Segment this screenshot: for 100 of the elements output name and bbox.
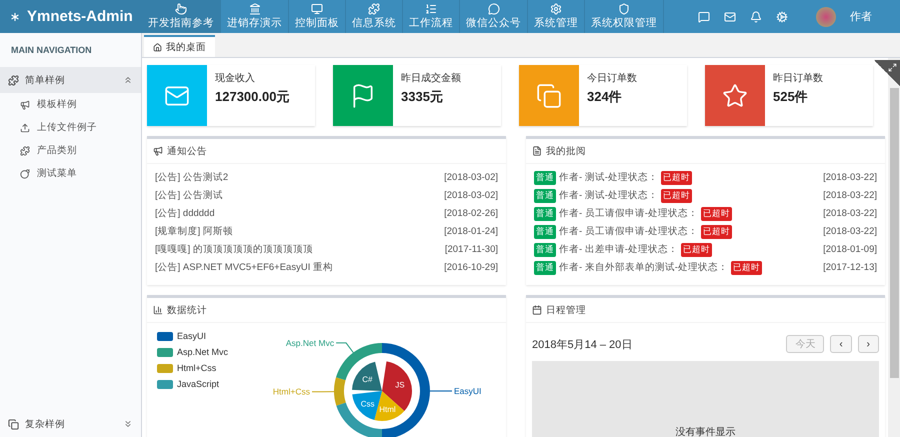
approval-date: [2017-12-13] <box>823 262 877 273</box>
ring-segment[interactable] <box>336 343 382 380</box>
scrollbar-thumb[interactable] <box>890 88 898 378</box>
notice-date: [2018-03-02] <box>444 190 498 201</box>
notice-link[interactable]: [公告] 公告测试2 <box>155 171 228 184</box>
status-badge: 已超时 <box>700 224 732 238</box>
notice-link[interactable]: [公告] 公告测试 <box>155 189 223 202</box>
document-icon <box>532 146 542 156</box>
segment-label: EasyUI <box>454 386 482 396</box>
approval-link[interactable]: 作者- 来自外部表单的测试-处理状态： <box>559 261 728 274</box>
segment-label: Asp.Net Mvc <box>286 338 334 348</box>
panel-title: 通知公告 <box>167 144 207 158</box>
puzzle-icon <box>368 3 380 15</box>
chat-icon[interactable] <box>698 10 710 22</box>
panel-title: 日程管理 <box>546 304 586 316</box>
sidebar-item[interactable]: 产品类别 <box>0 139 141 162</box>
shield-icon <box>618 3 630 15</box>
notice-link[interactable]: [规章制度] 阿斯顿 <box>155 225 233 238</box>
panel-title: 数据统计 <box>167 304 207 316</box>
legend-item[interactable]: JavaScript <box>157 377 228 391</box>
status-badge: 已超时 <box>660 188 692 202</box>
list-icon <box>425 3 437 15</box>
settings-icon[interactable] <box>776 10 788 22</box>
stat-label: 昨日成交金额 <box>401 72 461 85</box>
copy-icon <box>536 82 562 108</box>
approval-date: [2018-03-22] <box>823 172 877 183</box>
bell-icon[interactable] <box>750 10 762 22</box>
sidebar-item[interactable]: 上传文件例子 <box>0 116 141 139</box>
notice-date: [2017-11-30] <box>444 244 498 255</box>
legend-item[interactable]: Html+Css <box>157 361 228 375</box>
legend-item[interactable]: EasyUI <box>157 329 228 343</box>
status-badge: 已超时 <box>700 206 732 220</box>
stat-label: 昨日订单数 <box>773 72 823 85</box>
status-badge: 已超时 <box>730 260 762 274</box>
approval-link[interactable]: 作者- 出差申请-处理状态： <box>559 243 678 256</box>
stat-value: 127300.00元 <box>215 88 290 106</box>
settings-icon <box>550 3 562 15</box>
approval-link[interactable]: 作者- 员工请假申请-处理状态： <box>559 225 698 238</box>
notice-link[interactable]: [公告] ASP.NET MVC5+EF6+EasyUI 重构 <box>155 261 333 274</box>
home-icon <box>153 42 162 52</box>
notice-date: [2018-01-24] <box>444 226 498 237</box>
sidebar-heading: MAIN NAVIGATION <box>10 44 93 57</box>
speech-bubble-icon <box>488 3 500 15</box>
status-badge: 已超时 <box>660 170 692 184</box>
slice-label: JS <box>395 380 405 390</box>
approval-link[interactable]: 作者- 员工请假申请-处理状态： <box>559 207 698 220</box>
slice-label: C# <box>362 374 372 384</box>
priority-badge: 普通 <box>534 224 556 238</box>
panel-title: 我的批阅 <box>546 144 586 158</box>
slice-label: Html <box>379 405 396 414</box>
monitor-icon <box>311 3 323 15</box>
megaphone-icon <box>20 100 30 110</box>
status-badge: 已超时 <box>680 242 712 256</box>
pie-slice[interactable] <box>352 362 382 391</box>
stat-label: 今日订单数 <box>587 72 637 85</box>
priority-badge: 普通 <box>534 170 556 184</box>
nav-menu-item[interactable]: 开发指南参考 <box>142 0 221 33</box>
slice-label: Css <box>360 399 375 408</box>
page-tab[interactable]: 我的桌面 <box>144 35 215 57</box>
notice-link[interactable]: [嘎嘎嘎] 的顶顶顶顶顶的顶顶顶顶顶 <box>155 243 313 256</box>
notice-link[interactable]: [公告] dddddd <box>155 207 215 220</box>
approval-link[interactable]: 作者- 测试-处理状态： <box>559 171 658 184</box>
notice-date: [2016-10-29] <box>444 262 498 273</box>
ring-segment[interactable] <box>334 377 346 406</box>
sidebar-group[interactable]: 简单样例 <box>0 67 141 93</box>
approval-date: [2018-01-09] <box>823 244 877 255</box>
next-button[interactable]: › <box>858 335 879 353</box>
sidebar-item[interactable]: 测试菜单 <box>0 162 141 185</box>
legend-item[interactable]: Asp.Net Mvc <box>157 345 228 359</box>
priority-badge: 普通 <box>534 188 556 202</box>
stat-value: 3335元 <box>401 88 444 106</box>
previous-button[interactable]: ‹ <box>830 335 852 353</box>
notice-date: [2018-02-26] <box>444 208 498 219</box>
stat-value: 324件 <box>587 88 623 106</box>
bomb-icon <box>20 168 30 178</box>
pie-slice[interactable] <box>374 391 404 421</box>
approval-date: [2018-03-22] <box>823 226 877 237</box>
puzzle-icon <box>20 146 30 156</box>
upload-icon <box>20 122 30 132</box>
pointer-icon <box>175 3 187 15</box>
date-range: 2018年5月14 – 20日 <box>532 338 632 352</box>
notice-date: [2018-03-02] <box>444 172 498 183</box>
mail-icon[interactable] <box>724 10 736 22</box>
priority-badge: 普通 <box>534 242 556 256</box>
collapse-icon <box>123 75 133 85</box>
priority-badge: 普通 <box>534 206 556 220</box>
empty-message: 没有事件显示 <box>676 426 736 437</box>
user-name[interactable]: 作者 <box>850 9 872 24</box>
approval-link[interactable]: 作者- 测试-处理状态： <box>559 189 658 202</box>
star-icon <box>722 82 748 108</box>
scrollbar[interactable] <box>888 58 900 437</box>
stat-value: 525件 <box>773 88 809 106</box>
sidebar-group[interactable]: 复杂样例 <box>0 411 141 437</box>
fullscreen-corner[interactable] <box>874 60 900 86</box>
sidebar-item[interactable]: 模板样例 <box>0 93 141 116</box>
approval-date: [2018-03-22] <box>823 190 877 201</box>
stat-label: 现金收入 <box>215 72 256 85</box>
priority-badge: 普通 <box>534 260 556 274</box>
approval-date: [2018-03-22] <box>823 208 877 219</box>
segment-label: Html+Css <box>272 386 310 397</box>
